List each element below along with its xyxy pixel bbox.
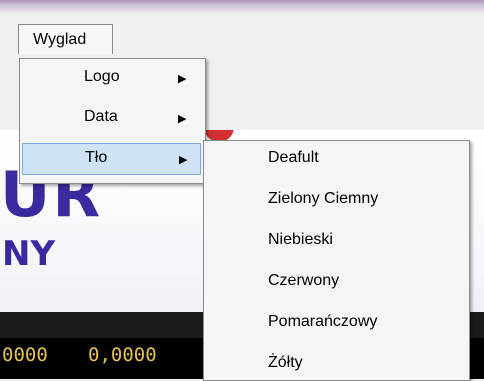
wyglad-dropdown: Logo ▶ Data ▶ Tło ▶ [19, 58, 206, 184]
submenu-item-pomaranczowy[interactable]: Pomarańczowy [268, 313, 377, 331]
submenu-item-deafult[interactable]: Deafult [268, 149, 319, 167]
menu-item-tlo[interactable]: Tło ▶ [22, 143, 201, 175]
menu-item-label: Tło [85, 149, 108, 166]
menu-item-label: Logo [84, 68, 120, 85]
chevron-right-icon: ▶ [179, 154, 188, 166]
chevron-right-icon: ▶ [178, 113, 187, 125]
menu-item-label: Data [84, 108, 118, 125]
submenu-item-czerwony[interactable]: Czerwony [268, 272, 339, 290]
menu-item-logo[interactable]: Logo ▶ [22, 63, 201, 95]
menu-wyglad[interactable]: Wyglad [18, 24, 113, 54]
menu-bar: Wyglad [0, 14, 484, 62]
app-logo-subtitle: NY [2, 234, 56, 274]
submenu-item-niebieski[interactable]: Niebieski [268, 231, 333, 249]
display-value-1: 0000 [2, 344, 48, 366]
window-top-border [0, 0, 484, 14]
submenu-item-zielony-ciemny[interactable]: Zielony Ciemny [268, 190, 378, 208]
submenu-item-zolty[interactable]: Żółty [268, 354, 303, 372]
tlo-submenu: Deafult Zielony Ciemny Niebieski Czerwon… [203, 140, 470, 381]
chevron-right-icon: ▶ [178, 73, 187, 85]
display-value-2: 0,0000 [88, 344, 157, 366]
menu-item-data[interactable]: Data ▶ [22, 103, 201, 135]
